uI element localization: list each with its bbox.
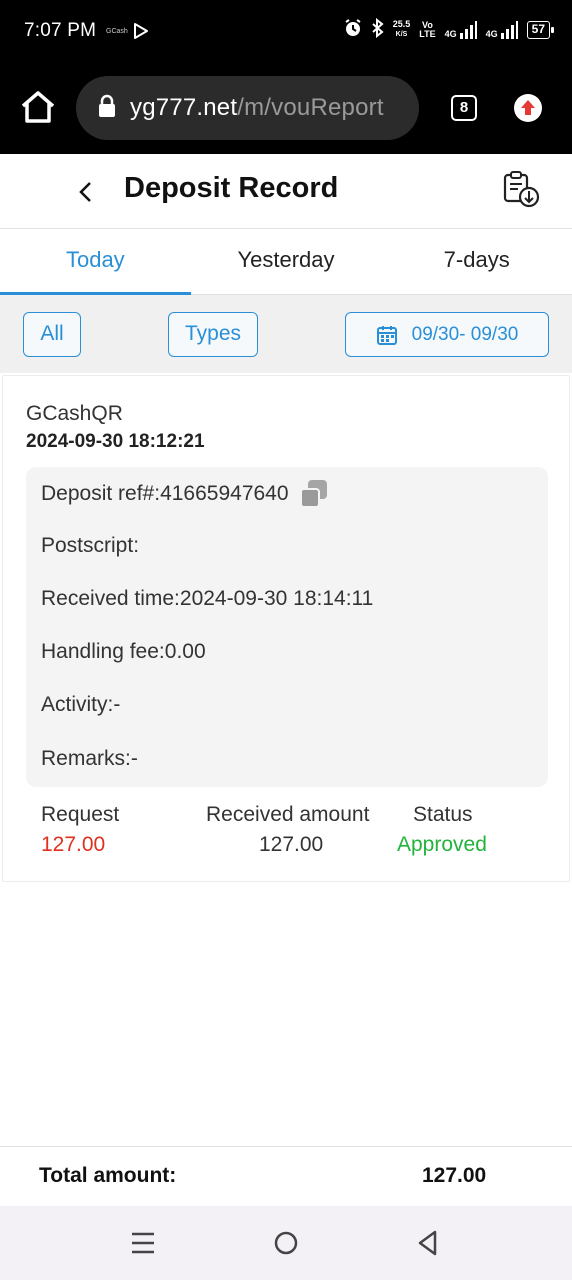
date-range-label: 09/30- 09/30 (411, 323, 519, 345)
record-details: Deposit ref#: 41665947640 Postscript: Re… (26, 467, 548, 787)
received-amount-value: 127.00 (259, 833, 324, 856)
page-title: Deposit Record (124, 172, 339, 204)
upload-icon[interactable] (514, 94, 542, 122)
remarks-value: - (130, 747, 138, 770)
copy-icon[interactable] (299, 480, 328, 508)
total-label: Total amount: (39, 1164, 177, 1187)
total-value: 127.00 (422, 1164, 487, 1187)
deposit-ref-row: Deposit ref#: 41665947640 (41, 480, 328, 508)
tab-today[interactable]: Today (0, 229, 191, 295)
calendar-icon (376, 324, 398, 346)
received-amount-label: Received amount (206, 803, 370, 826)
gcash-notification-icon: GCash (106, 28, 128, 35)
date-range-button[interactable]: 09/30- 09/30 (345, 312, 549, 357)
browser-toolbar: yg777.net/m/vouReport 8 (0, 62, 572, 154)
request-value: 127.00 (41, 833, 106, 856)
battery-icon: 57 (526, 20, 555, 39)
lock-icon (98, 94, 116, 123)
back-triangle-icon[interactable] (413, 1228, 443, 1258)
signal-sim2-icon: 4G (486, 20, 518, 39)
home-icon[interactable] (20, 90, 56, 129)
back-arrow-icon[interactable] (72, 178, 100, 206)
bluetooth-icon (372, 17, 384, 41)
recent-apps-icon[interactable] (128, 1228, 158, 1258)
received-time-row: Received time: 2024-09-30 18:14:11 (41, 587, 374, 610)
received-time-value: 2024-09-30 18:14:11 (179, 587, 374, 610)
url-text: yg777.net/m/vouReport (130, 94, 384, 121)
page-header: Deposit Record (0, 154, 572, 229)
filter-all-button[interactable]: All (23, 312, 81, 357)
tab-switcher-button[interactable]: 8 (451, 95, 477, 121)
filter-bar: All Types 09/30- 09/30 (0, 295, 572, 373)
status-label: Status (413, 803, 473, 826)
payment-type: GCashQR (26, 402, 123, 425)
alarm-icon (343, 18, 363, 41)
signal-sim1-icon: 4G (445, 20, 477, 39)
deposit-ref-value: 41665947640 (160, 482, 289, 505)
clipboard-download-icon[interactable] (502, 170, 540, 208)
home-circle-icon[interactable] (271, 1228, 301, 1258)
activity-value: - (113, 693, 121, 716)
net-speed: 25.5 K/S (392, 19, 411, 39)
record-created-time: 2024-09-30 18:12:21 (26, 431, 205, 452)
address-bar[interactable]: yg777.net/m/vouReport (76, 76, 419, 140)
activity-row: Activity: - (41, 693, 121, 716)
play-store-icon (133, 22, 149, 45)
handling-fee-row: Handling fee: 0.00 (41, 640, 206, 663)
status-icons: 25.5 K/S Vo LTE 4G 4G 57 (343, 17, 555, 41)
tab-7-days[interactable]: 7-days (381, 229, 572, 294)
total-bar: Total amount: 127.00 (0, 1146, 572, 1206)
date-tabs: Today Yesterday 7-days (0, 229, 572, 295)
deposit-record-card: GCashQR 2024-09-30 18:12:21 Deposit ref#… (2, 375, 570, 882)
volte-indicator: Vo LTE (419, 19, 436, 39)
status-badge: Approved (397, 833, 487, 856)
remarks-row: Remarks: - (41, 747, 138, 770)
postscript-row: Postscript: (41, 534, 140, 557)
filter-types-button[interactable]: Types (168, 312, 258, 357)
system-nav-bar (0, 1206, 572, 1280)
status-time: 7:07 PM (24, 20, 97, 41)
status-bar: 7:07 PM GCash 25.5 K/S Vo LTE 4G 4G 57 (0, 0, 572, 62)
request-label: Request (41, 803, 120, 826)
handling-fee-value: 0.00 (164, 640, 206, 663)
tab-yesterday[interactable]: Yesterday (191, 229, 382, 294)
